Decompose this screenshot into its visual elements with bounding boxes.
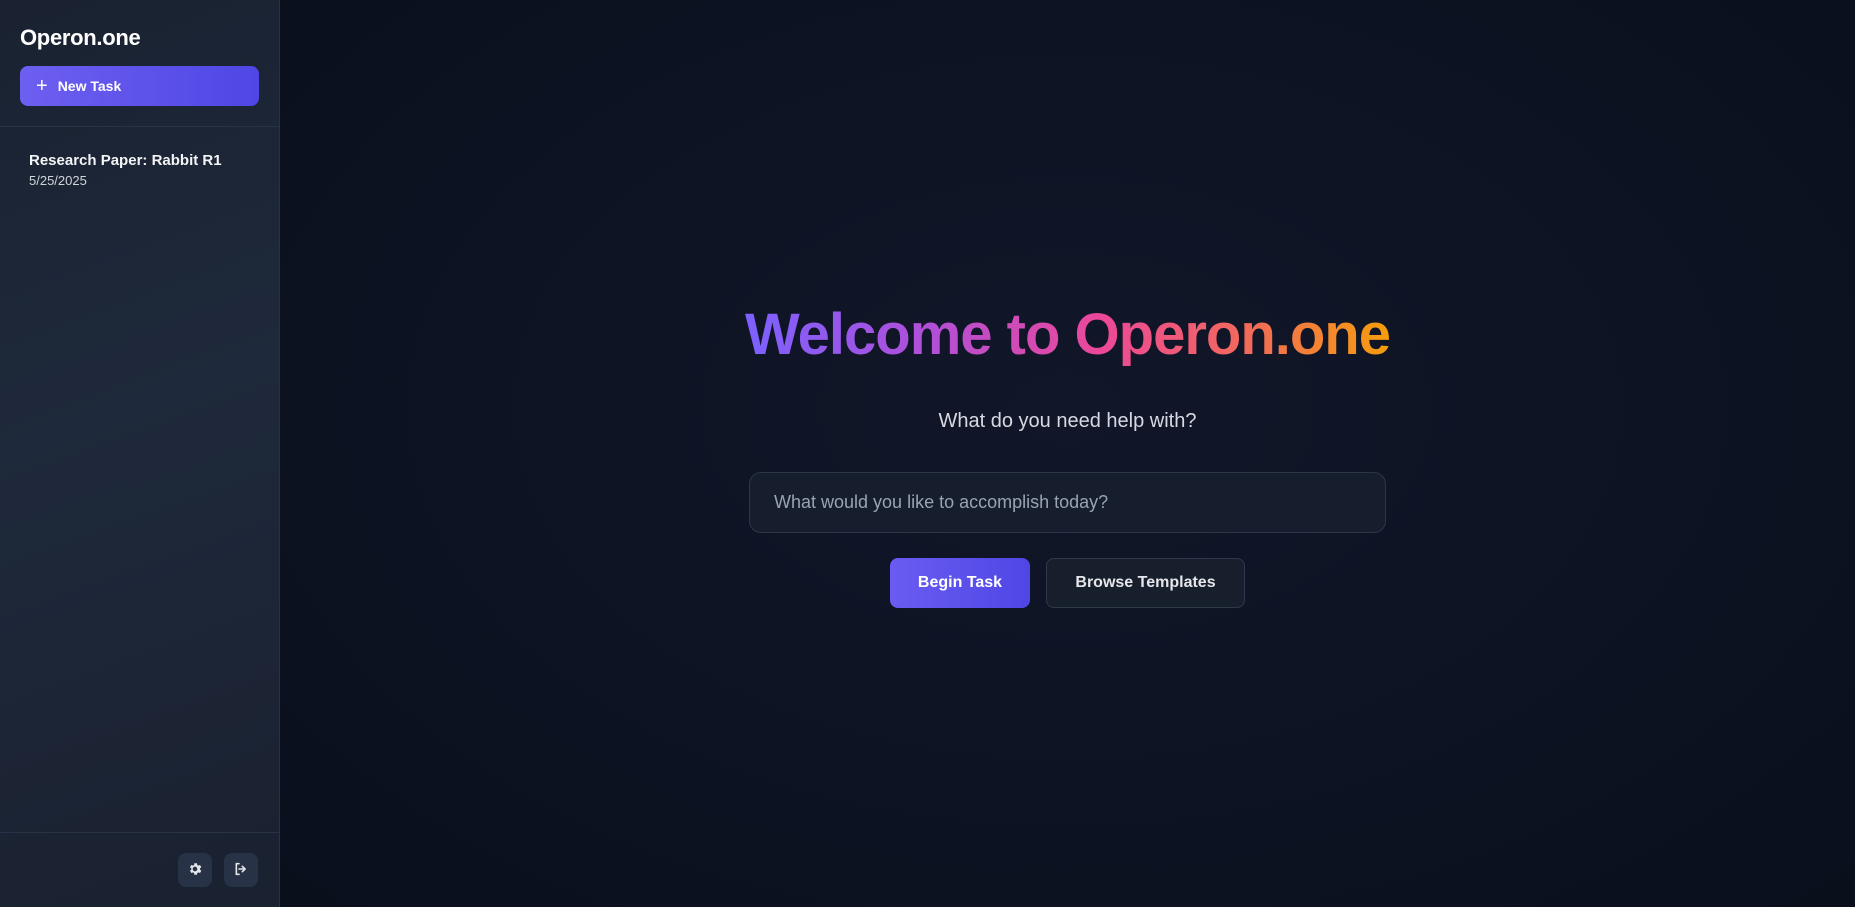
brand-logo: Operon.one <box>20 25 141 50</box>
browse-templates-button[interactable]: Browse Templates <box>1046 558 1245 608</box>
new-task-button[interactable]: + New Task <box>20 66 259 106</box>
action-buttons: Begin Task Browse Templates <box>890 558 1245 608</box>
page-title: Welcome to Operon.one <box>745 300 1391 370</box>
plus-icon: + <box>36 75 48 97</box>
page-subtitle: What do you need help with? <box>938 410 1197 432</box>
settings-button[interactable] <box>178 853 212 887</box>
logout-button[interactable] <box>224 853 258 887</box>
gear-icon <box>187 861 203 880</box>
welcome-hero: Welcome to Operon.one What do you need h… <box>280 300 1855 608</box>
task-date: 5/25/2025 <box>29 173 87 188</box>
main-panel: Welcome to Operon.one What do you need h… <box>280 0 1855 907</box>
new-task-label: New Task <box>57 78 122 94</box>
app-root: Operon.one + New Task Research Paper: Ra… <box>0 0 1855 907</box>
task-prompt-input[interactable] <box>749 472 1386 533</box>
begin-task-button[interactable]: Begin Task <box>890 558 1030 608</box>
sidebar-header: Operon.one + New Task <box>0 0 279 127</box>
task-item[interactable]: Research Paper: Rabbit R1 5/25/2025 <box>20 151 259 190</box>
sidebar: Operon.one + New Task Research Paper: Ra… <box>0 0 280 907</box>
task-list: Research Paper: Rabbit R1 5/25/2025 <box>0 127 279 832</box>
task-title: Research Paper: Rabbit R1 <box>29 152 222 169</box>
sidebar-footer <box>0 832 279 907</box>
logout-icon <box>233 861 249 880</box>
